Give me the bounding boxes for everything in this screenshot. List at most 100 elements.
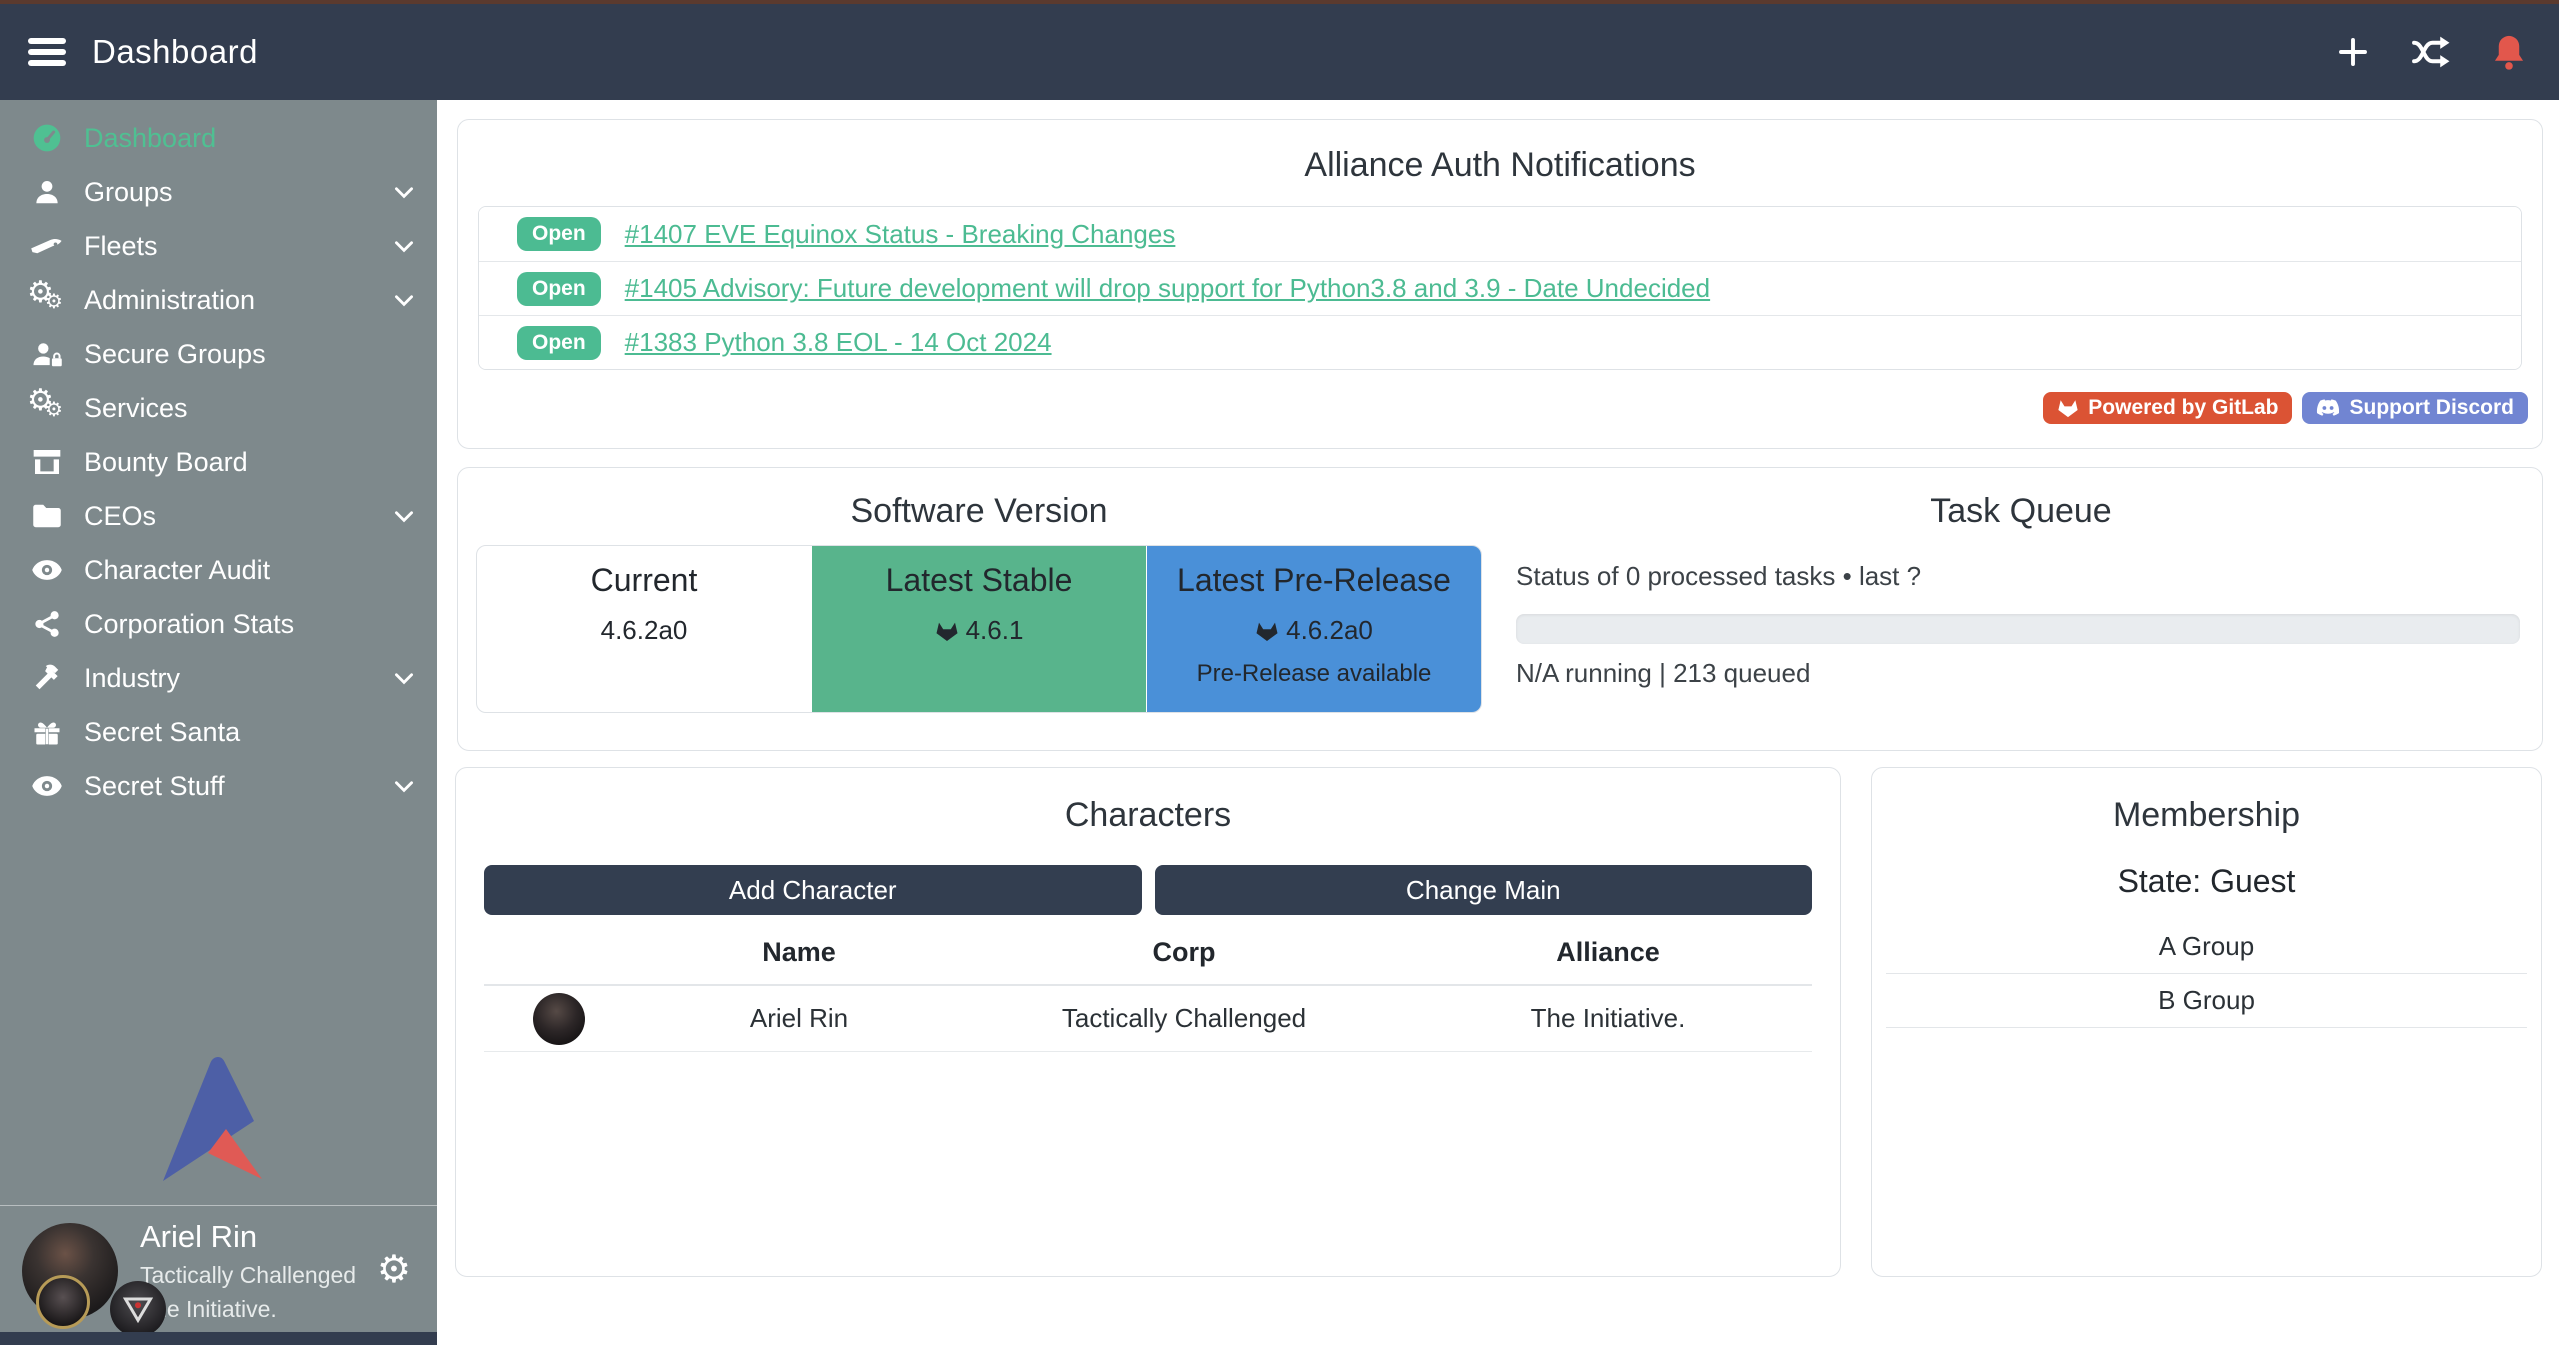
sidebar-item-bounty-board[interactable]: Bounty Board (0, 435, 437, 489)
user-corp: Tactically Challenged (140, 1262, 356, 1289)
software-task-panel: Software Version Current 4.6.2a0 Latest … (457, 467, 2543, 751)
group-row: B Group (1886, 974, 2527, 1028)
character-name: Ariel Rin (634, 1003, 964, 1034)
version-current-value: 4.6.2a0 (477, 615, 811, 646)
gears-icon: ⚙⚙ (26, 389, 68, 427)
change-main-button[interactable]: Change Main (1155, 865, 1813, 915)
user-lock-icon (26, 339, 68, 369)
version-current: Current 4.6.2a0 (477, 546, 811, 712)
sidebar-item-dashboard[interactable]: Dashboard (0, 111, 437, 165)
page-title: Dashboard (92, 33, 258, 71)
gitlab-badge[interactable]: Powered by GitLab (2043, 392, 2292, 424)
sidebar-item-label: Bounty Board (84, 447, 248, 478)
header-name: Name (634, 937, 964, 968)
sidebar-item-character-audit[interactable]: Character Audit (0, 543, 437, 597)
characters-panel: Characters Add Character Change Main Nam… (455, 767, 1841, 1277)
task-queue-line: N/A running | 213 queued (1516, 658, 2520, 689)
sidebar-item-secure-groups[interactable]: Secure Groups (0, 327, 437, 381)
sidebar-nav: Dashboard Groups Fleets ⚙⚙ Administ (0, 100, 437, 813)
eye-icon (26, 557, 68, 583)
top-navbar: Dashboard (0, 0, 2559, 100)
header-corp: Corp (964, 937, 1404, 968)
chevron-down-icon[interactable] (391, 773, 417, 799)
character-avatar (533, 993, 585, 1045)
version-stable-label: Latest Stable (812, 562, 1146, 599)
sidebar-item-label: Character Audit (84, 555, 270, 586)
folder-icon (26, 502, 68, 530)
footer-badges: Powered by GitLab Support Discord (2043, 392, 2528, 424)
version-prerelease: Latest Pre-Release 4.6.2a0 Pre-Release a… (1146, 546, 1481, 712)
software-version-section: Software Version Current 4.6.2a0 Latest … (458, 468, 1500, 750)
sidebar-item-label: Services (84, 393, 188, 424)
corp-logo-badge (36, 1275, 90, 1329)
sidebar-item-services[interactable]: ⚙⚙ Services (0, 381, 437, 435)
fighter-jet-icon (26, 233, 68, 259)
gift-icon (26, 717, 68, 747)
notifications-title: Alliance Auth Notifications (458, 146, 2542, 185)
main-content: Alliance Auth Notifications Open #1407 E… (437, 100, 2559, 1345)
chevron-down-icon[interactable] (391, 233, 417, 259)
notification-link[interactable]: #1405 Advisory: Future development will … (625, 273, 1710, 304)
gitlab-tanuki-icon (1255, 619, 1279, 643)
sidebar: Dashboard Groups Fleets ⚙⚙ Administ (0, 100, 437, 1345)
sidebar-item-ceos[interactable]: CEOs (0, 489, 437, 543)
sidebar-divider (0, 1205, 437, 1206)
task-status-line: Status of 0 processed tasks • last ? (1516, 561, 2520, 592)
status-badge: Open (517, 272, 601, 306)
sidebar-item-label: Secure Groups (84, 339, 266, 370)
chevron-down-icon[interactable] (391, 503, 417, 529)
navbar-actions (2333, 32, 2529, 72)
discord-icon (2316, 398, 2340, 418)
discord-badge[interactable]: Support Discord (2302, 392, 2528, 424)
character-corp: Tactically Challenged (964, 1003, 1404, 1034)
task-queue-title: Task Queue (1500, 492, 2542, 531)
character-alliance: The Initiative. (1404, 1003, 1812, 1034)
sidebar-item-label: Fleets (84, 231, 158, 262)
sidebar-bottom-strip (0, 1332, 437, 1345)
alliance-logo-badge (110, 1281, 166, 1337)
shuffle-icon[interactable] (2411, 32, 2451, 72)
chevron-down-icon[interactable] (391, 179, 417, 205)
sidebar-item-corporation-stats[interactable]: Corporation Stats (0, 597, 437, 651)
sidebar-item-administration[interactable]: ⚙⚙ Administration (0, 273, 437, 327)
header-alliance: Alliance (1404, 937, 1812, 968)
sidebar-item-groups[interactable]: Groups (0, 165, 437, 219)
characters-title: Characters (456, 796, 1840, 835)
version-prerelease-value: 4.6.2a0 (1286, 615, 1373, 646)
chevron-down-icon[interactable] (391, 287, 417, 313)
sidebar-item-secret-stuff[interactable]: Secret Stuff (0, 759, 437, 813)
sidebar-item-label: Groups (84, 177, 173, 208)
notifications-panel: Alliance Auth Notifications Open #1407 E… (457, 119, 2543, 449)
eye-icon (26, 773, 68, 799)
notification-row: Open #1405 Advisory: Future development … (479, 261, 2521, 315)
user-alliance: The Initiative. (140, 1296, 356, 1323)
task-queue-section: Task Queue Status of 0 processed tasks •… (1500, 468, 2542, 750)
version-prerelease-label: Latest Pre-Release (1147, 562, 1481, 599)
notifications-list: Open #1407 EVE Equinox Status - Breaking… (478, 206, 2522, 370)
sidebar-item-secret-santa[interactable]: Secret Santa (0, 705, 437, 759)
sidebar-item-label: Secret Santa (84, 717, 240, 748)
version-current-label: Current (477, 562, 811, 599)
settings-gear-icon[interactable]: ⚙ (377, 1251, 411, 1289)
sidebar-item-label: CEOs (84, 501, 156, 532)
hamburger-menu-icon[interactable] (28, 33, 66, 71)
sidebar-item-label: Administration (84, 285, 255, 316)
chevron-down-icon[interactable] (391, 665, 417, 691)
notification-link[interactable]: #1407 EVE Equinox Status - Breaking Chan… (625, 219, 1176, 250)
sidebar-item-industry[interactable]: Industry (0, 651, 437, 705)
notification-link[interactable]: #1383 Python 3.8 EOL - 14 Oct 2024 (625, 327, 1052, 358)
add-icon[interactable] (2333, 32, 2373, 72)
sidebar-item-label: Dashboard (84, 123, 216, 154)
software-version-title: Software Version (458, 492, 1500, 531)
sidebar-item-fleets[interactable]: Fleets (0, 219, 437, 273)
sidebar-item-label: Industry (84, 663, 180, 694)
membership-title: Membership (1872, 796, 2541, 835)
gitlab-tanuki-icon (935, 619, 959, 643)
sidebar-item-label: Secret Stuff (84, 771, 225, 802)
notification-row: Open #1407 EVE Equinox Status - Breaking… (479, 207, 2521, 261)
user-icon (26, 177, 68, 207)
hammer-icon (26, 663, 68, 693)
add-character-button[interactable]: Add Character (484, 865, 1142, 915)
notification-bell-icon[interactable] (2489, 32, 2529, 72)
gears-icon: ⚙⚙ (26, 281, 68, 319)
